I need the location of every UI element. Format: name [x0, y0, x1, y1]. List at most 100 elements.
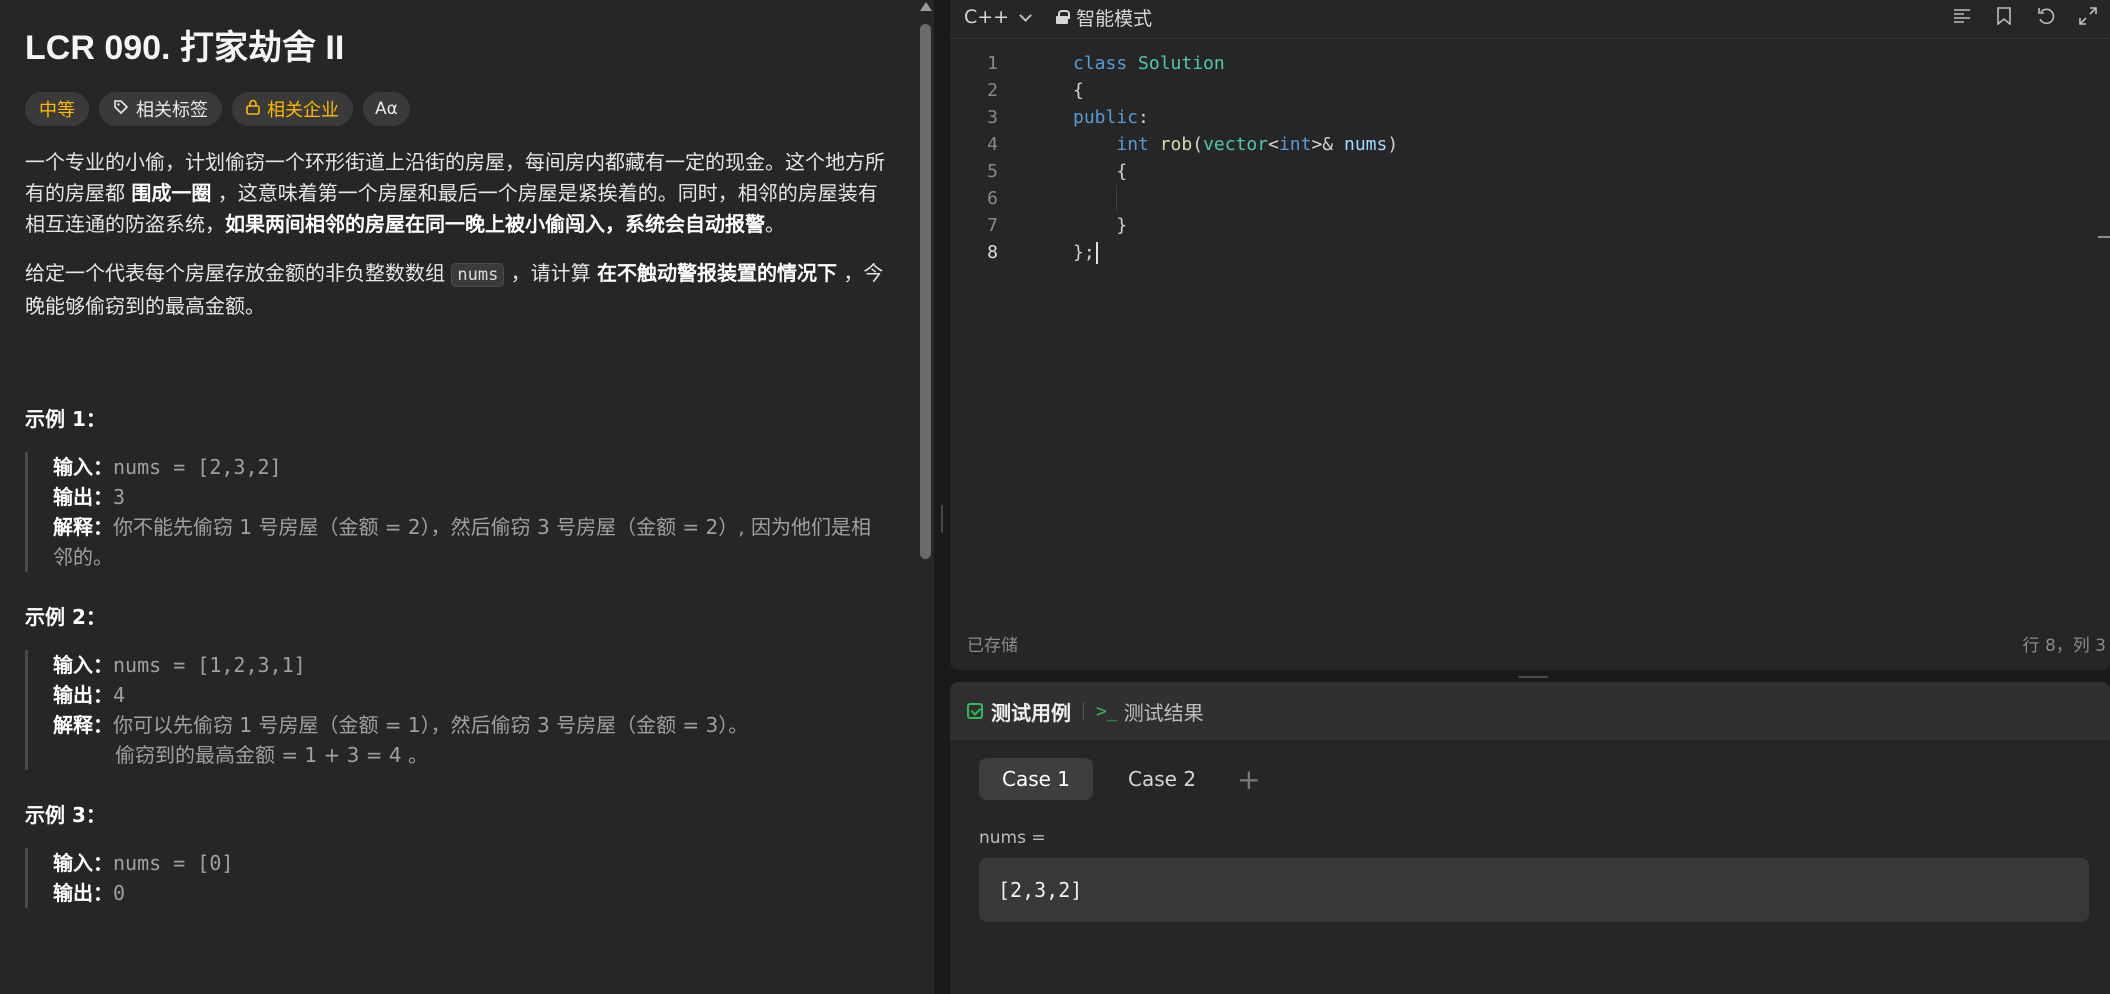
code-text: class Solution — [1073, 53, 1225, 74]
editor-status-bar: 已存储 行 8，列 3 — [950, 631, 2110, 656]
tab-testcases-label: 测试用例 — [991, 700, 1071, 725]
description-paragraph-2: 给定一个代表每个房屋存放金额的非负整数数组 nums ，请计算 在不触动警报装置… — [25, 258, 895, 322]
tab-test-results[interactable]: >_ 测试结果 — [1096, 697, 1204, 726]
example-output: 4 — [113, 683, 126, 707]
explain-label: 解释： — [53, 515, 113, 539]
panel-resize-handle[interactable] — [934, 0, 950, 994]
output-label: 输出： — [53, 683, 113, 707]
chevron-down-icon — [1019, 8, 1032, 22]
add-case-button[interactable]: + — [1237, 763, 1260, 796]
line-number: 2 — [987, 80, 998, 101]
code-text: } — [1073, 215, 1128, 236]
example-3-block: 输入： nums = [0] 输出： 0 — [25, 848, 876, 908]
example-explain: 你可以先偷窃 1 号房屋（金额 = 1），然后偷窃 3 号房屋（金额 = 3）。 — [113, 713, 749, 737]
problem-title: LCR 090. 打家劫舍 II — [25, 29, 345, 67]
editor-separator — [950, 38, 2110, 39]
code-line: 1 class Solution — [950, 50, 2110, 77]
nums-input[interactable]: [2,3,2] — [979, 858, 2089, 922]
code-line: 5 { — [950, 158, 2110, 185]
code-line: 2{ — [950, 77, 2110, 104]
input-label: 输入： — [53, 455, 113, 479]
example-output: 3 — [113, 485, 126, 509]
editor-actions — [1950, 4, 2100, 28]
code-line: 8}; — [950, 239, 2110, 266]
case-1-tab[interactable]: Case 1 — [979, 758, 1094, 800]
language-select[interactable]: C++ — [964, 6, 1036, 28]
related-tags-label: 相关标签 — [136, 100, 208, 121]
code-line: 7 } — [950, 212, 2110, 239]
inline-code: nums — [451, 263, 505, 287]
checkbox-icon — [967, 703, 983, 719]
lock-icon — [246, 99, 260, 120]
example-2-title: 示例 2： — [25, 605, 106, 629]
line-number: 3 — [987, 107, 998, 128]
related-companies-label: 相关企业 — [267, 100, 339, 121]
save-status: 已存储 — [967, 636, 1018, 656]
terminal-icon: >_ — [1096, 700, 1118, 722]
difficulty-label: 中等 — [39, 100, 75, 121]
format-icon[interactable] — [1950, 4, 1974, 28]
line-number: 8 — [987, 242, 998, 263]
scroll-up-icon[interactable] — [920, 2, 932, 11]
desc-text: 。 — [765, 212, 785, 236]
code-text: { — [1073, 161, 1128, 182]
nums-label: nums = — [979, 828, 1046, 848]
case-2-tab[interactable]: Case 2 — [1105, 758, 1219, 800]
case-tabs: Case 1 Case 2 + — [979, 758, 2110, 800]
line-number: 7 — [987, 215, 998, 236]
tab-testcases[interactable]: 测试用例 — [967, 697, 1071, 726]
scroll-marker — [2098, 236, 2110, 238]
tag-icon — [113, 99, 129, 120]
translate-button[interactable]: Aα — [363, 92, 410, 126]
expand-icon[interactable] — [2076, 4, 2100, 28]
desc-text: ，请计算 — [504, 261, 598, 285]
cursor-position: 行 8，列 3 — [2022, 636, 2106, 656]
example-input: nums = [2,3,2] — [113, 455, 282, 479]
difficulty-badge: 中等 — [25, 92, 89, 126]
desc-bold: 如果两间相邻的房屋在同一晚上被小偷闯入，系统会自动报警 — [225, 212, 765, 236]
lock-icon — [1056, 10, 1071, 24]
mode-indicator[interactable]: 智能模式 — [1056, 4, 1152, 31]
mode-label: 智能模式 — [1076, 7, 1153, 30]
code-text: { — [1073, 80, 1084, 101]
output-label: 输出： — [53, 881, 113, 905]
example-input: nums = [1,2,3,1] — [113, 653, 306, 677]
reset-icon[interactable] — [2034, 4, 2058, 28]
example-3-title: 示例 3： — [25, 803, 106, 827]
line-number: 6 — [987, 188, 998, 209]
description-paragraph-1: 一个专业的小偷，计划偷窃一个环形街道上沿街的房屋，每间房内都藏有一定的现金。这个… — [25, 147, 895, 240]
code-line: 3 public: — [950, 104, 2110, 131]
code-text: }; — [1073, 239, 1098, 266]
example-explain: 你不能先偷窃 1 号房屋（金额 = 2），然后偷窃 3 号房屋（金额 = 2）,… — [53, 515, 871, 569]
scrollbar-thumb[interactable] — [920, 24, 931, 559]
code-text: public: — [1073, 107, 1149, 128]
explain-label: 解释： — [53, 713, 113, 737]
code-line: 6 — [950, 185, 2110, 212]
line-number: 1 — [987, 53, 998, 74]
desc-bold: 围成一圈 — [131, 181, 212, 205]
code-text — [1073, 185, 1117, 212]
input-label: 输入： — [53, 653, 113, 677]
example-input: nums = [0] — [113, 851, 234, 875]
code-line: 4 int rob(vector<int>& nums) — [950, 131, 2110, 158]
problem-panel: LCR 090. 打家劫舍 II 中等 相关标签 相关企业 Aα 一个专业的小偷… — [0, 0, 934, 994]
bookmark-icon[interactable] — [1992, 4, 2016, 28]
related-companies-button[interactable]: 相关企业 — [232, 92, 353, 126]
app-root: LCR 090. 打家劫舍 II 中等 相关标签 相关企业 Aα 一个专业的小偷… — [0, 0, 2110, 994]
related-tags-button[interactable]: 相关标签 — [99, 92, 222, 126]
input-label: 输入： — [53, 851, 113, 875]
code-text: int rob(vector<int>& nums) — [1116, 134, 1399, 155]
text-cursor — [1095, 242, 1098, 264]
code-area[interactable]: 1 class Solution 2{ 3 public: 4 int rob(ve… — [950, 50, 2110, 266]
example-1-block: 输入： nums = [2,3,2] 输出： 3 解释：你不能先偷窃 1 号房屋（金… — [25, 452, 876, 572]
line-number: 5 — [987, 161, 998, 182]
example-2-block: 输入： nums = [1,2,3,1] 输出： 4 解释： 你可以先偷窃 1 号房屋… — [25, 650, 876, 770]
language-label: C++ — [964, 6, 1010, 28]
description-scrollbar[interactable] — [917, 0, 934, 994]
editor-resize-handle[interactable] — [950, 670, 2110, 682]
desc-bold: 在不触动警报装置的情况下 — [597, 261, 838, 285]
code-editor: C++ 智能模式 1 class Solution 2 {3 public: … — [950, 0, 2110, 670]
resize-grip — [1518, 676, 1548, 678]
testcase-panel: 测试用例 >_ 测试结果 Case 1 Case 2 + nums = [2,3… — [950, 682, 2110, 994]
translate-icon: Aα — [375, 99, 398, 119]
